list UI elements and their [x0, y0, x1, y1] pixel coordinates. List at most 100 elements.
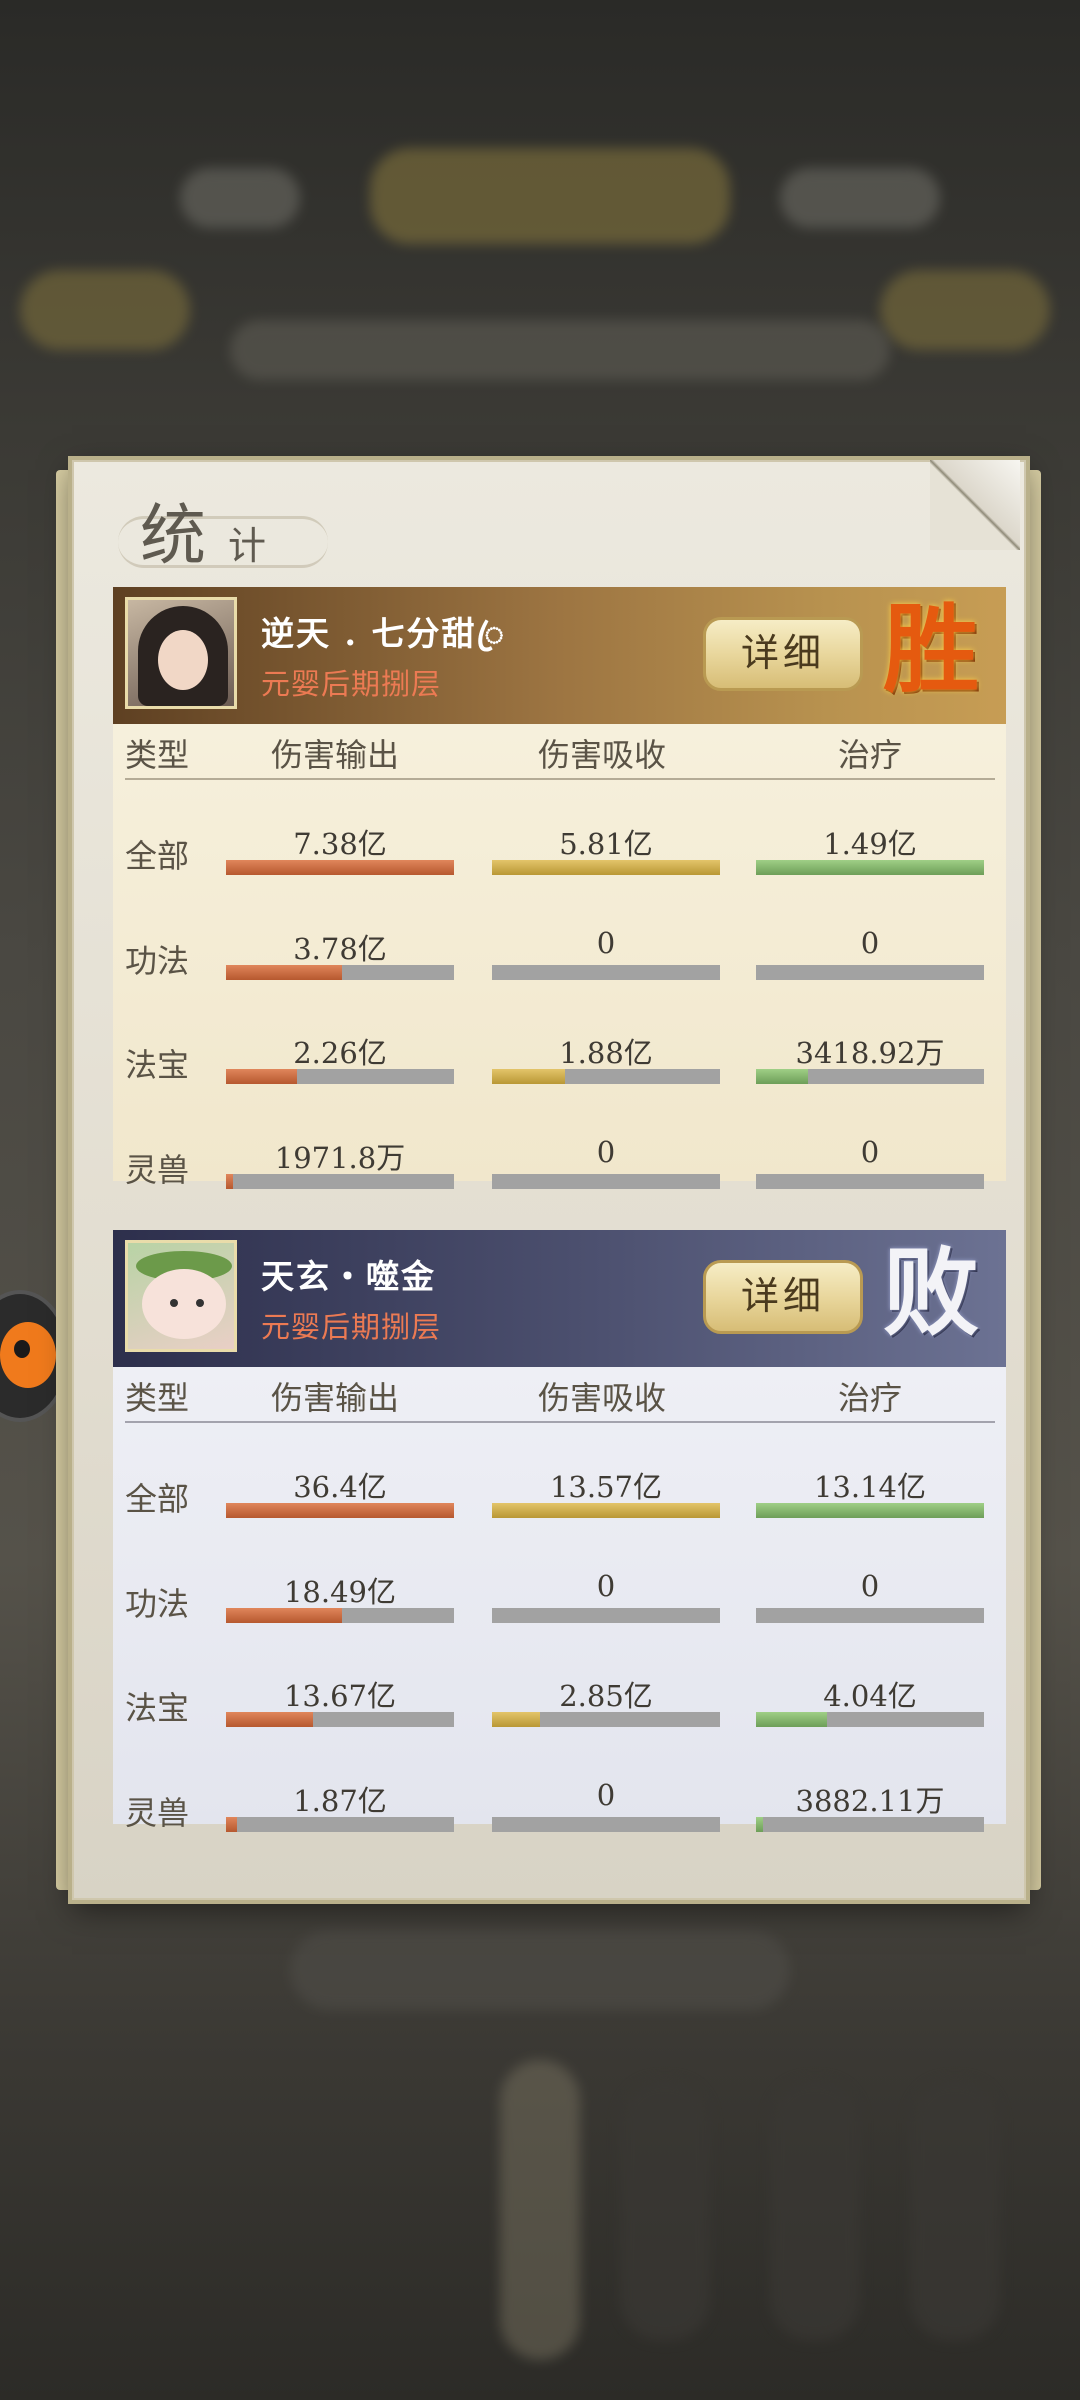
stat-bar-fill	[756, 1069, 808, 1084]
stat-value: 1.87亿	[293, 1784, 387, 1818]
stat-value: 0	[596, 926, 616, 960]
stat-bar-fill	[226, 1069, 297, 1084]
stat-cell: 0	[492, 1135, 720, 1195]
stat-bar	[226, 1608, 454, 1623]
stat-value: 1.88亿	[559, 1036, 653, 1070]
stat-bar-fill	[492, 1712, 540, 1727]
stat-bar	[226, 1503, 454, 1518]
stat-value: 13.57亿	[549, 1470, 663, 1504]
background-figure	[910, 2080, 1000, 2340]
stat-bar-fill	[756, 1712, 827, 1727]
player-rank: 元婴后期捌层	[261, 667, 442, 701]
stat-bar-fill	[226, 1174, 233, 1189]
player-banner: 天玄・噬金元婴后期捌层 详细败	[113, 1230, 1006, 1367]
stat-cell: 0	[492, 926, 720, 986]
stat-cell: 1971.8万	[226, 1135, 454, 1195]
row-label: 全部	[125, 1480, 190, 1518]
stat-bar	[492, 860, 720, 875]
winner-panel: 逆天 . 七分甜ꦿ 元婴后期捌层 详细胜类型 伤害输出 伤害吸收 治疗 全部 7.38亿 5.8…	[113, 587, 1006, 1189]
stats-table: 类型 伤害输出 伤害吸收 治疗 全部 36.4亿 13.57亿 13.14亿 功法 18.49亿 0…	[113, 1367, 1006, 1832]
stat-value: 5.81亿	[559, 827, 653, 861]
row-label: 功法	[125, 942, 190, 980]
background-element	[230, 320, 890, 380]
stat-bar-fill	[226, 1503, 454, 1518]
stat-bar-fill	[492, 860, 720, 875]
stat-value: 3418.92万	[795, 1036, 945, 1070]
stat-value: 2.85亿	[559, 1679, 653, 1713]
header-divider	[125, 778, 995, 780]
stat-cell: 13.57亿	[492, 1464, 720, 1524]
stat-value: 7.38亿	[293, 827, 387, 861]
stat-bar	[226, 965, 454, 980]
background-figure	[620, 2080, 710, 2340]
stat-cell: 1.88亿	[492, 1030, 720, 1090]
background-element	[20, 270, 190, 350]
column-header: 伤害输出	[271, 1379, 400, 1417]
detail-button[interactable]: 详细	[703, 1260, 863, 1334]
stat-value: 0	[596, 1778, 616, 1812]
stat-cell: 2.85亿	[492, 1673, 720, 1733]
row-label: 全部	[125, 837, 190, 875]
stat-cell: 36.4亿	[226, 1464, 454, 1524]
background-element	[180, 168, 300, 228]
stat-bar-fill	[226, 1817, 237, 1832]
stat-value: 13.14亿	[813, 1470, 927, 1504]
column-header: 伤害吸收	[538, 736, 667, 774]
column-header: 伤害吸收	[538, 1379, 667, 1417]
stat-bar	[756, 1712, 984, 1727]
stat-value: 18.49亿	[283, 1575, 397, 1609]
loser-panel: 天玄・噬金 元婴后期捌层 详细败类型 伤害输出 伤害吸收 治疗 全部 36.4亿 13.57亿 1…	[113, 1230, 1006, 1832]
dialog-title: 统	[140, 497, 208, 574]
stat-cell: 1.87亿	[226, 1778, 454, 1838]
stat-value: 1971.8万	[274, 1141, 406, 1175]
stat-bar	[226, 1174, 454, 1189]
column-header: 类型	[125, 736, 190, 774]
stat-bar-fill	[756, 1503, 984, 1518]
stat-bar	[756, 1817, 984, 1832]
stat-cell: 0	[492, 1569, 720, 1629]
detail-button[interactable]: 详细	[703, 617, 863, 691]
stat-bar-fill	[226, 1712, 313, 1727]
stat-cell: 0	[756, 926, 984, 986]
dialog-title-suffix: 计	[228, 524, 267, 568]
row-label: 法宝	[125, 1689, 190, 1727]
player-name: 天玄・噬金	[261, 1257, 436, 1296]
row-label: 灵兽	[125, 1794, 190, 1832]
stat-value: 36.4亿	[293, 1470, 387, 1504]
stat-bar	[226, 1069, 454, 1084]
stat-bar	[492, 1503, 720, 1518]
stat-bar-fill	[226, 1608, 342, 1623]
stat-bar	[492, 1174, 720, 1189]
stat-bar	[226, 860, 454, 875]
bun-spirit-avatar[interactable]	[125, 1240, 237, 1352]
row-label: 功法	[125, 1585, 190, 1623]
stat-value: 3.78亿	[293, 932, 387, 966]
stat-bar-fill	[226, 965, 342, 980]
stat-cell: 5.81亿	[492, 821, 720, 881]
stat-bar	[492, 1608, 720, 1623]
background-button-blur	[370, 148, 730, 244]
defeat-badge: 败	[883, 1236, 979, 1349]
stat-bar	[492, 1069, 720, 1084]
stat-bar	[226, 1817, 454, 1832]
stat-bar	[756, 1069, 984, 1084]
row-label: 灵兽	[125, 1151, 190, 1189]
stat-value: 0	[860, 1135, 880, 1169]
stat-bar	[492, 1817, 720, 1832]
player-rank: 元婴后期捌层	[261, 1310, 442, 1344]
stat-bar	[492, 1712, 720, 1727]
stat-cell: 3418.92万	[756, 1030, 984, 1090]
stat-cell: 4.04亿	[756, 1673, 984, 1733]
stat-value: 0	[596, 1569, 616, 1603]
stat-bar	[756, 1174, 984, 1189]
stat-bar-fill	[492, 1069, 565, 1084]
stat-cell: 1.49亿	[756, 821, 984, 881]
stat-bar	[492, 965, 720, 980]
stat-bar-fill	[756, 1817, 763, 1832]
row-label: 法宝	[125, 1046, 190, 1084]
female-cultivator-avatar[interactable]	[125, 597, 237, 709]
stat-cell: 3882.11万	[756, 1778, 984, 1838]
column-header: 伤害输出	[271, 736, 400, 774]
stat-value: 0	[860, 926, 880, 960]
header-divider	[125, 1421, 995, 1423]
